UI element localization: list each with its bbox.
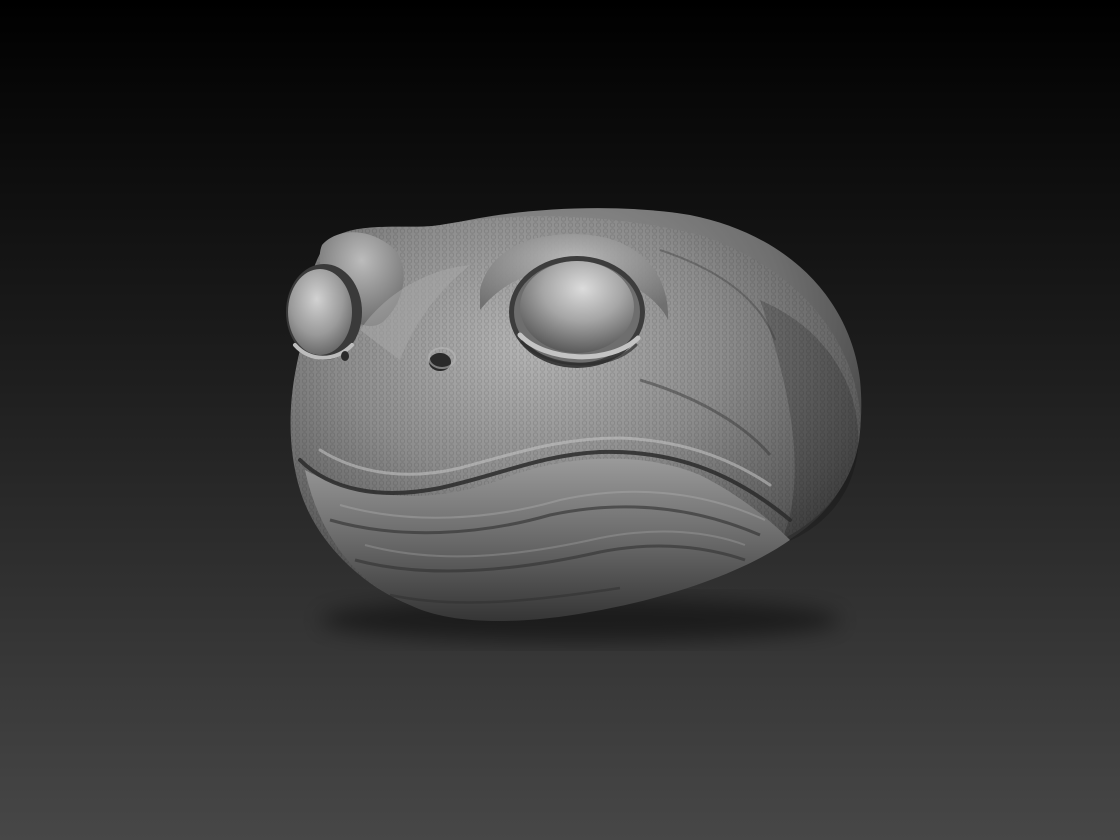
right-eye xyxy=(520,261,634,353)
left-eye xyxy=(288,269,352,355)
sculpt-viewport[interactable] xyxy=(0,0,1120,840)
nostril-left xyxy=(341,351,349,361)
viewport-canvas xyxy=(0,0,1120,840)
